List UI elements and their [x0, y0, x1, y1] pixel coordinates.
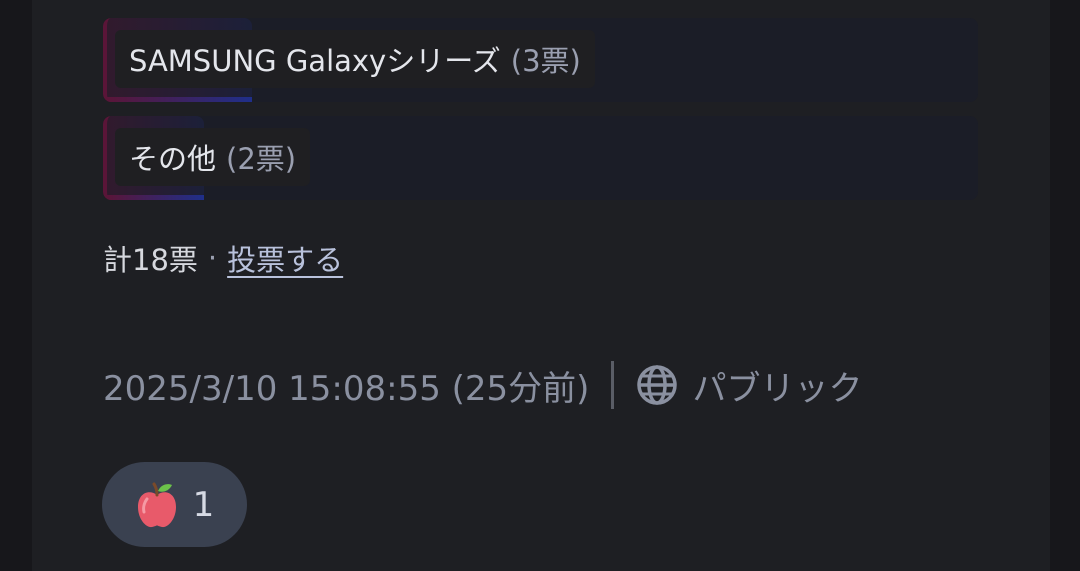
poll-total: 計18票 — [103, 243, 198, 277]
poll-option-samsung[interactable]: SAMSUNG Galaxyシリーズ (3票) — [103, 18, 978, 102]
apple-icon — [137, 482, 176, 527]
vote-link[interactable]: 投票する — [227, 237, 343, 279]
reaction-button[interactable]: 1 — [102, 462, 247, 547]
globe-icon — [637, 365, 678, 405]
note-timestamp[interactable]: 2025/3/10 15:08:55 (25分前) — [103, 361, 589, 410]
meta-divider — [611, 361, 615, 409]
poll-option-label: その他 (2票) — [115, 128, 311, 186]
poll-option-text: その他 — [129, 142, 217, 176]
poll-option-label: SAMSUNG Galaxyシリーズ (3票) — [115, 30, 595, 88]
poll-footer: 計18票 · 投票する — [103, 236, 343, 280]
poll-option-votes: (3票) — [510, 44, 581, 78]
poll-option-votes: (2票) — [226, 142, 297, 176]
poll-option-text: SAMSUNG Galaxyシリーズ — [129, 44, 501, 78]
reaction-count: 1 — [192, 484, 215, 525]
poll-option-other[interactable]: その他 (2票) — [103, 116, 978, 200]
poll-separator: · — [207, 241, 218, 275]
note-meta: 2025/3/10 15:08:55 (25分前) パブリック — [103, 358, 862, 412]
visibility-label: パブリック — [692, 368, 863, 409]
